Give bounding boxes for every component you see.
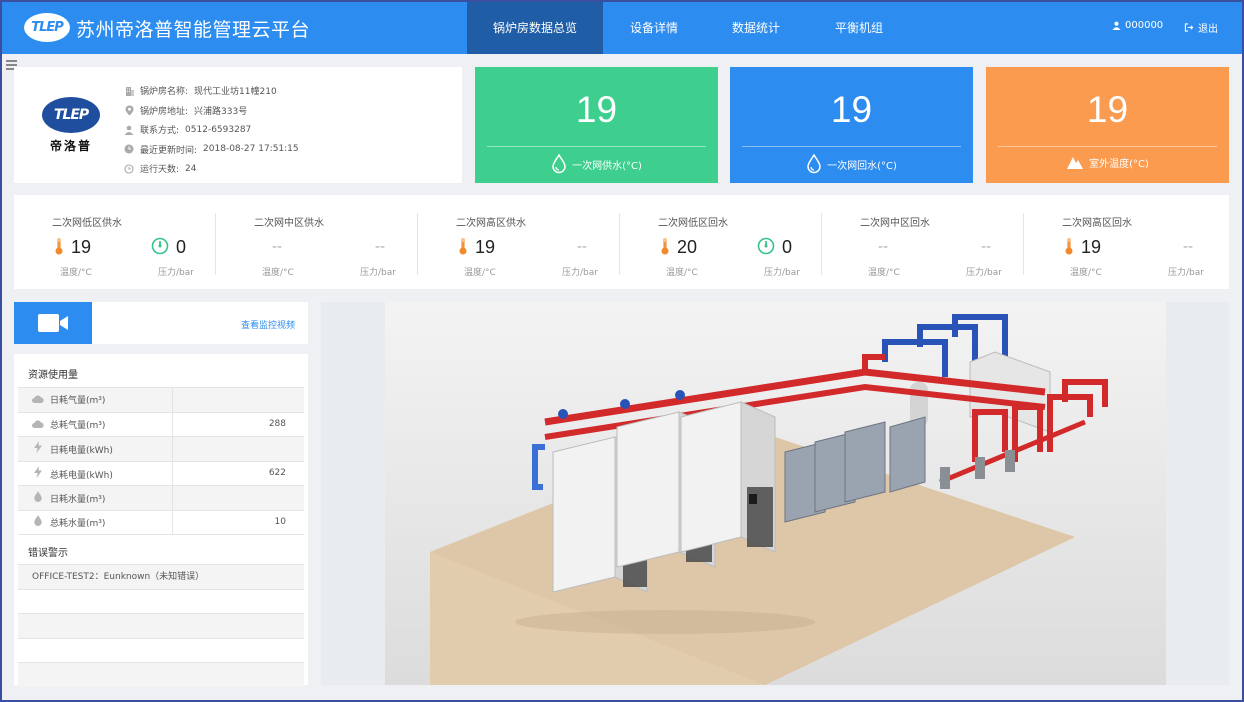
user-menu[interactable]: 000000 [1112,20,1163,31]
thermometer-icon [55,238,63,255]
building-icon [124,86,134,96]
boiler-room-illustration [385,302,1166,685]
sensor-high-zone-supply: 二次网高区供水 19 温度/°C -- 压力/bar [418,195,620,289]
sensor-high-zone-return: 二次网高区回水 19 温度/°C -- 压力/bar [1062,218,1204,278]
info-row-contact: 联系方式: 0512-6593287 [124,120,299,140]
location-pin-icon [124,105,134,116]
table-row: 总耗电量(kWh) 622 [18,460,304,486]
thermometer-icon [661,238,669,255]
water-drop-icon [32,490,44,505]
info-row-updated: 最近更新时间: 2018-08-27 17:51:15 [124,140,299,160]
list-item: OFFICE-TEST2：Eunknown（未知错误） [18,564,304,589]
app-title: 苏州帝洛普智能管理云平台 [76,19,311,41]
error-alerts-list: OFFICE-TEST2：Eunknown（未知错误） [18,564,304,687]
video-camera-icon [38,314,68,332]
boiler-room-3d-view [321,302,1229,685]
lightning-icon [32,465,44,481]
info-row-room-name: 锅炉房名称: 现代工业坊11幢210 [124,81,299,101]
clock-icon [124,144,134,154]
mountain-icon [1067,157,1084,169]
thermometer-icon [459,238,467,255]
pressure-gauge-icon [757,237,775,255]
thermometer-icon [1065,238,1073,255]
user-icon [1112,21,1121,30]
list-item [18,588,304,614]
info-row-address: 锅炉房地址: 兴浦路333号 [124,101,299,121]
metric-outdoor-temp: 19 室外温度(°C) [986,67,1229,183]
cloud-icon [32,395,44,406]
resource-usage-table: 日耗气量(m³) 总耗气量(m³) 288 日耗电量(kWh) 总耗电量(kWh… [18,387,304,535]
secondary-network-sensors: 二次网低区供水 19 温度/°C 0 压力/bar 二次网中区供水 -- 温度/… [14,195,1229,289]
logout-icon [1184,23,1194,32]
logout-label: 退出 [1198,24,1218,35]
tab-balance-units[interactable]: 平衡机组 [807,0,911,54]
error-alerts-title: 错误警示 [28,548,68,559]
table-row: 总耗水量(m³) 10 [18,509,304,535]
app-logo: TLEP [24,13,70,42]
camera-button[interactable] [14,302,92,344]
table-row: 日耗气量(m³) [18,387,304,412]
cloud-icon [32,420,44,431]
table-row: 总耗气量(m³) 288 [18,411,304,437]
sensor-low-zone-return: 二次网低区回水 20 温度/°C 0 压力/bar [620,195,822,289]
user-icon [124,125,134,135]
resource-usage-title: 资源使用量 [28,370,78,381]
sensor-low-zone-supply: 二次网低区供水 19 温度/°C 0 压力/bar [14,195,216,289]
user-id: 000000 [1125,20,1164,31]
list-item [18,662,304,687]
top-nav-bar: TLEP 苏州帝洛普智能管理云平台 锅炉房数据总览 设备详情 数据统计 平衡机组… [0,0,1244,54]
table-row: 日耗水量(m³) [18,485,304,510]
metric-primary-return-temp: 19 一次网回水(°C) [730,67,973,183]
sensor-mid-zone-return: 二次网中区回水 -- 温度/°C -- 压力/bar [822,195,1024,289]
water-drop-icon [552,154,566,174]
surveillance-row: 查看监控视频 [14,302,308,344]
list-item [18,637,304,663]
view-surveillance-video-link[interactable]: 查看监控视频 [241,318,295,331]
info-row-run-days: 运行天数: 24 [124,159,299,179]
metric-primary-supply-temp: 19 一次网供水(°C) [475,67,718,183]
tab-data-statistics[interactable]: 数据统计 [705,0,807,54]
table-row: 日耗电量(kWh) [18,436,304,461]
pressure-gauge-icon [151,237,169,255]
history-icon [124,164,134,174]
tab-device-details[interactable]: 设备详情 [603,0,705,54]
tab-boiler-overview[interactable]: 锅炉房数据总览 [467,0,603,54]
logout-button[interactable]: 退出 [1184,20,1218,35]
company-logo: TLEP 帝洛普 [41,97,101,154]
water-drop-icon [32,515,44,529]
sensor-mid-zone-supply: 二次网中区供水 -- 温度/°C -- 压力/bar [216,195,418,289]
boiler-room-info-card: TLEP 帝洛普 锅炉房名称: 现代工业坊11幢210 锅炉房地址: 兴浦路333号… [14,67,462,183]
lightning-icon [32,441,44,456]
list-item [18,613,304,638]
resource-usage-card: 资源使用量 日耗气量(m³) 总耗气量(m³) 288 日耗电量(kWh) 总耗… [14,354,308,687]
water-drop-icon [807,154,821,174]
